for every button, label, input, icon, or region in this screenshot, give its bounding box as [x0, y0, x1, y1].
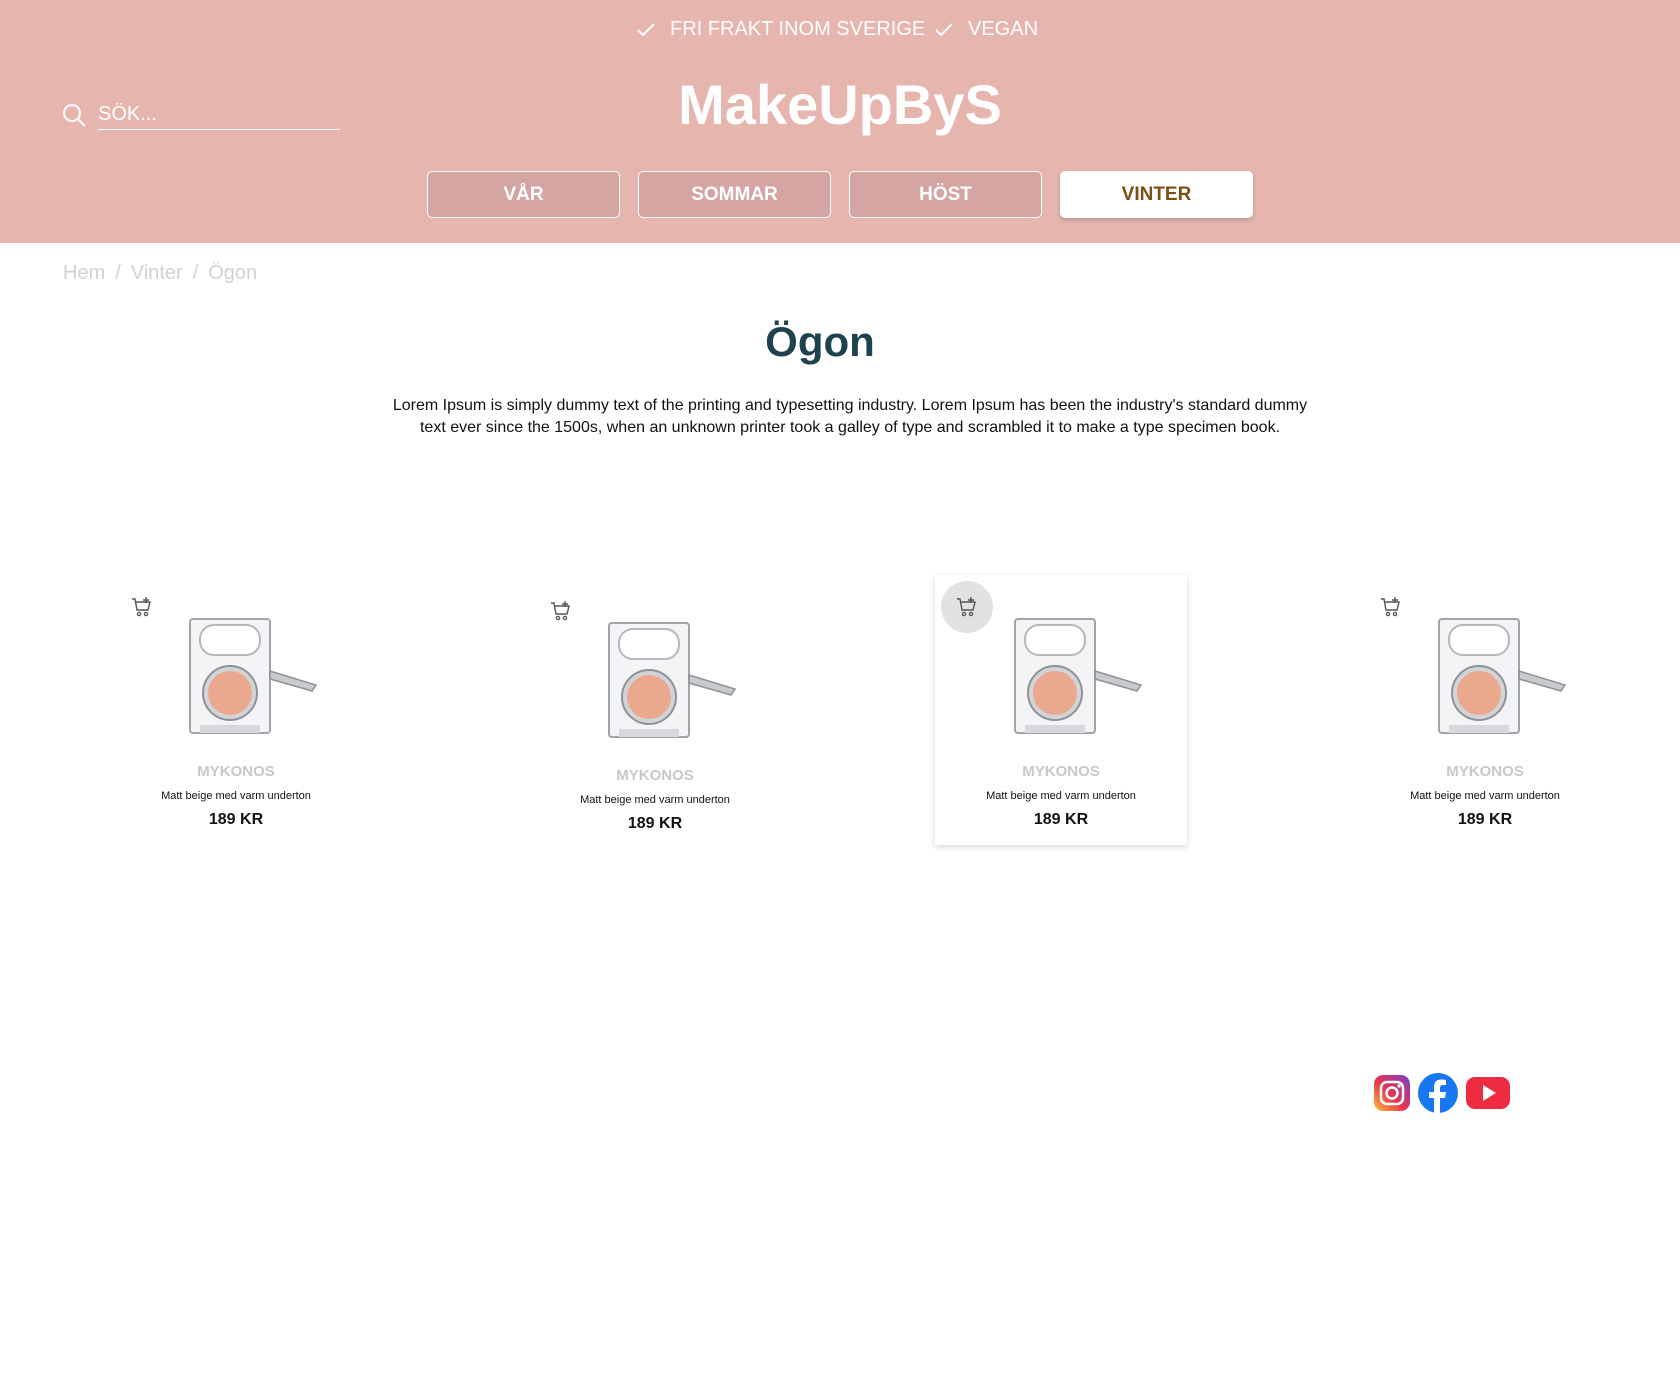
- cart-add-icon: [957, 597, 976, 617]
- product-card[interactable]: MYKONOS Matt beige med varm underton 189…: [110, 575, 362, 845]
- check-icon: [935, 22, 953, 36]
- product-card[interactable]: MYKONOS Matt beige med varm underton 189…: [1359, 575, 1611, 845]
- product-name[interactable]: MYKONOS: [529, 767, 781, 784]
- product-card[interactable]: MYKONOS Matt beige med varm underton 189…: [935, 575, 1187, 845]
- product-description: Matt beige med varm underton: [1410, 790, 1560, 802]
- product-description: Matt beige med varm underton: [161, 790, 311, 802]
- product-card[interactable]: MYKONOS Matt beige med varm underton 189…: [529, 579, 781, 849]
- breadcrumb-separator: /: [115, 262, 121, 284]
- perk-free-shipping-label: FRI FRAKT INOM SVERIGE: [670, 18, 926, 40]
- perk-vegan-label: VEGAN: [968, 18, 1039, 40]
- eyeshadow-compact-image[interactable]: [1005, 617, 1145, 739]
- product-price: 189 KR: [1033, 811, 1089, 828]
- cart-add-icon: [551, 601, 570, 621]
- add-to-cart-button[interactable]: [941, 581, 993, 633]
- check-icon: [637, 22, 655, 36]
- perk-vegan: VEGAN: [934, 18, 1038, 41]
- season-tab-vinter[interactable]: VINTER: [1060, 171, 1253, 218]
- cart-add-icon: [1381, 597, 1400, 617]
- add-to-cart-button[interactable]: [1365, 581, 1417, 633]
- season-nav: VÅR SOMMAR HÖST VINTER: [427, 171, 1253, 218]
- eyeshadow-compact-image[interactable]: [1429, 617, 1569, 739]
- breadcrumb-separator: /: [192, 262, 199, 284]
- cart-add-icon: [132, 597, 151, 617]
- product-description: Matt beige med varm underton: [986, 790, 1136, 802]
- product-price: 189 KR: [627, 815, 683, 832]
- product-name[interactable]: MYKONOS: [1359, 763, 1611, 780]
- product-price: 189 KR: [1457, 811, 1513, 828]
- add-to-cart-button[interactable]: [535, 585, 587, 637]
- product-name[interactable]: MYKONOS: [935, 763, 1187, 780]
- perk-free-shipping: FRI FRAKT INOM SVERIGE: [636, 18, 925, 41]
- season-tab-sommar[interactable]: SOMMAR: [638, 171, 831, 218]
- product-name[interactable]: MYKONOS: [110, 763, 362, 780]
- eyeshadow-compact-image[interactable]: [180, 617, 320, 739]
- breadcrumb-current: Ögon: [208, 262, 258, 284]
- page-title: Ögon: [765, 318, 875, 365]
- product-price: 189 KR: [208, 811, 264, 828]
- youtube-icon[interactable]: [1465, 1075, 1511, 1111]
- breadcrumb-home[interactable]: Hem: [63, 262, 105, 285]
- add-to-cart-button[interactable]: [116, 581, 168, 633]
- site-header: FRI FRAKT INOM SVERIGE VEGAN MakeUpByS V…: [0, 0, 1680, 243]
- breadcrumb-vinter[interactable]: Vinter: [131, 262, 183, 285]
- facebook-icon[interactable]: [1417, 1072, 1459, 1114]
- category-intro: Lorem Ipsum is simply dummy text of the …: [392, 397, 1308, 436]
- social-links: [1373, 1072, 1511, 1114]
- breadcrumb: Hem / Vinter / Ögon: [63, 262, 257, 285]
- product-description: Matt beige med varm underton: [580, 794, 730, 806]
- brand-logo[interactable]: MakeUpByS: [0, 72, 1680, 137]
- season-tab-host[interactable]: HÖST: [849, 171, 1042, 218]
- eyeshadow-compact-image[interactable]: [599, 621, 739, 743]
- instagram-icon[interactable]: [1373, 1074, 1411, 1112]
- season-tab-var[interactable]: VÅR: [427, 171, 620, 218]
